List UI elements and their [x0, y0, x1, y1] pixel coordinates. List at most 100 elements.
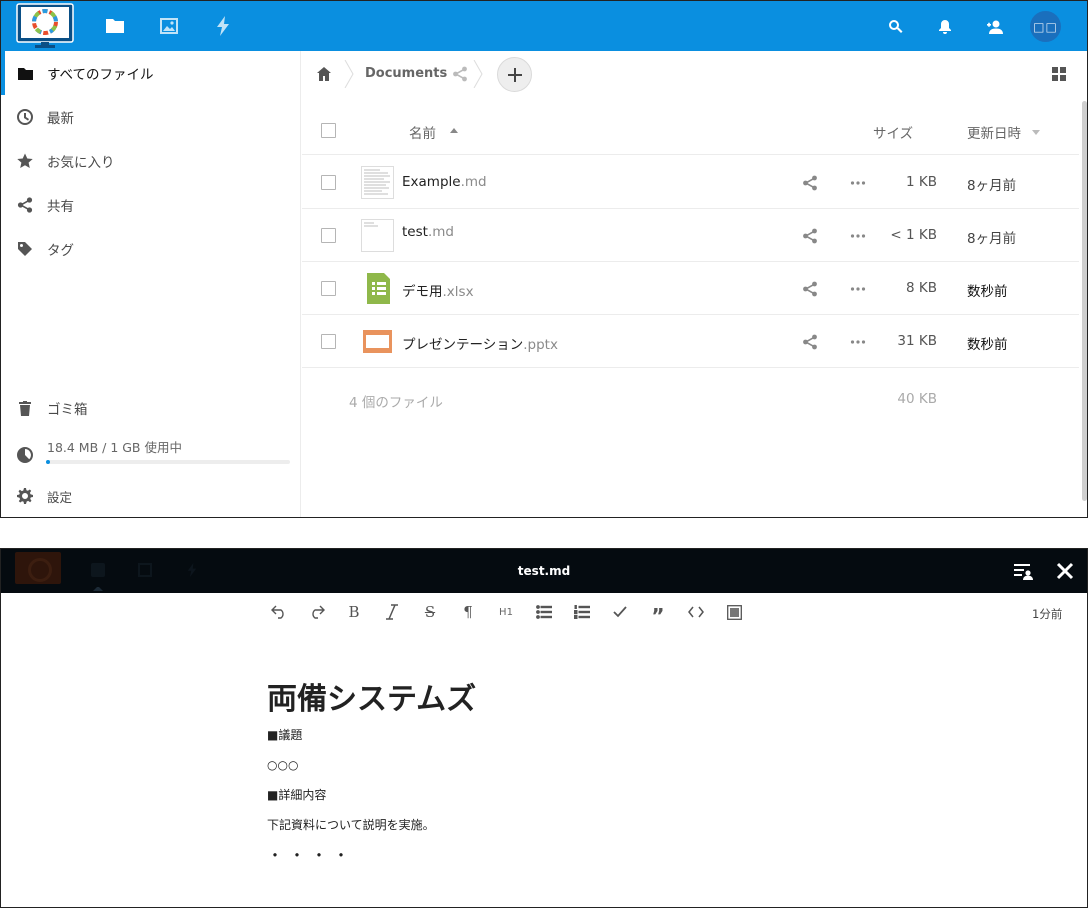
table-row[interactable]: Example.md 1 KB 8ヶ月前: [302, 156, 1079, 209]
markdown-thumbnail: [361, 166, 394, 199]
file-extension: .md: [460, 174, 487, 190]
share-icon[interactable]: [802, 175, 818, 191]
file-size: 1 KB: [906, 174, 937, 190]
quota-progress-bar: [46, 460, 290, 464]
document-content[interactable]: 両備システムズ ■議題 ○○○ ■詳細内容 下記資料について説明を実施。 ・・・…: [267, 684, 967, 864]
search-icon[interactable]: [885, 16, 905, 36]
row-checkbox[interactable]: [321, 228, 336, 243]
file-basename: Example: [402, 174, 461, 190]
sidebar-item-recent[interactable]: 最新: [1, 95, 301, 139]
sidebar-item-favorites[interactable]: お気に入り: [1, 139, 301, 183]
select-all-checkbox[interactable]: [321, 123, 336, 138]
active-indicator: [93, 587, 103, 591]
row-checkbox[interactable]: [321, 175, 336, 190]
table-row[interactable]: プレゼンテーション.pptx 31 KB 数秒前: [302, 315, 1079, 368]
sidebar-item-label: すべてのファイル: [47, 67, 154, 83]
share-icon[interactable]: [802, 281, 818, 297]
bullet-list-icon[interactable]: [534, 603, 554, 621]
file-modified: 数秒前: [967, 284, 1008, 300]
file-basename: デモ用: [402, 284, 443, 300]
undo-icon[interactable]: [269, 603, 289, 621]
file-name[interactable]: デモ用.xlsx: [402, 280, 474, 300]
file-name[interactable]: Example.md: [402, 174, 487, 190]
file-modified: 8ヶ月前: [967, 178, 1017, 194]
file-count: 4 個のファイル: [349, 395, 443, 411]
sidebar-item-all-files[interactable]: すべてのファイル: [1, 51, 301, 95]
share-icon[interactable]: [452, 66, 468, 82]
document-heading[interactable]: 両備システムズ: [267, 684, 967, 716]
activity-icon[interactable]: [211, 14, 235, 38]
star-icon: [17, 153, 33, 169]
app-logo[interactable]: [15, 3, 75, 49]
row-checkbox[interactable]: [321, 334, 336, 349]
files-icon[interactable]: [103, 14, 127, 38]
pie-chart-icon: [17, 447, 33, 463]
grid-view-icon[interactable]: [1052, 67, 1066, 81]
file-name[interactable]: test.md: [402, 224, 454, 240]
sidebar-item-label: 最新: [47, 111, 74, 127]
file-basename: test: [402, 224, 428, 240]
numbered-list-icon[interactable]: [572, 603, 592, 621]
breadcrumb-item-documents[interactable]: Documents: [365, 66, 447, 81]
quota-progress-fill: [46, 460, 51, 464]
trash-label: ゴミ箱: [47, 402, 88, 418]
blockquote-icon[interactable]: ”: [648, 603, 668, 626]
sidebar-item-label: お気に入り: [47, 155, 115, 171]
trash-icon: [17, 400, 33, 416]
file-extension: .md: [427, 224, 454, 240]
quota-label: 18.4 MB / 1 GB 使用中: [47, 440, 182, 455]
file-summary: 4 個のファイル 40 KB: [302, 370, 1079, 430]
document-paragraph[interactable]: ■議題: [267, 728, 967, 743]
sidebar-item-tags[interactable]: タグ: [1, 227, 301, 271]
table-row[interactable]: デモ用.xlsx 8 KB 数秒前: [302, 262, 1079, 315]
total-size: 40 KB: [897, 391, 937, 407]
column-header-name[interactable]: 名前: [409, 122, 436, 142]
file-name[interactable]: プレゼンテーション.pptx: [402, 333, 558, 353]
strikethrough-icon[interactable]: S: [420, 603, 440, 621]
files-app-window: □□ すべてのファイル 最新 お気に入り 共有 タグ ゴミ箱 18.4 MB /…: [0, 0, 1088, 518]
document-paragraph[interactable]: ■詳細内容: [267, 788, 967, 803]
sidebar-quota[interactable]: 18.4 MB / 1 GB 使用中: [1, 431, 301, 471]
photos-icon[interactable]: [157, 14, 181, 38]
new-file-button[interactable]: [497, 57, 532, 92]
tag-icon: [17, 241, 33, 257]
redo-icon[interactable]: [307, 603, 327, 621]
table-row[interactable]: test.md < 1 KB 8ヶ月前: [302, 209, 1079, 262]
close-icon[interactable]: [1056, 562, 1074, 580]
avatar[interactable]: □□: [1030, 11, 1061, 42]
share-icon[interactable]: [802, 334, 818, 350]
file-basename: プレゼンテーション: [402, 337, 524, 353]
home-icon[interactable]: [316, 66, 332, 82]
image-icon[interactable]: [724, 603, 744, 621]
editor-header: test.md: [1, 549, 1087, 593]
plus-icon: [507, 67, 522, 82]
bold-icon[interactable]: B: [344, 603, 364, 621]
heading-icon[interactable]: H1: [496, 603, 516, 621]
settings-label: 設定: [47, 489, 73, 505]
code-icon[interactable]: [686, 603, 706, 621]
outline-icon[interactable]: [1013, 561, 1033, 581]
sidebar-item-label: タグ: [47, 243, 74, 259]
folder-icon: [17, 65, 33, 81]
sidebar-item-shared[interactable]: 共有: [1, 183, 301, 227]
italic-icon[interactable]: [382, 603, 402, 621]
sidebar-item-settings[interactable]: 設定: [1, 474, 301, 517]
document-paragraph[interactable]: ○○○: [267, 758, 967, 773]
file-modified: 数秒前: [967, 337, 1008, 353]
row-checkbox[interactable]: [321, 281, 336, 296]
paragraph-icon[interactable]: ¶: [458, 603, 478, 621]
gear-icon: [17, 488, 33, 504]
checklist-icon[interactable]: [610, 603, 630, 621]
document-paragraph[interactable]: ・・・・: [267, 848, 967, 864]
file-extension: .pptx: [523, 337, 558, 353]
contacts-icon[interactable]: [984, 16, 1004, 36]
notifications-icon[interactable]: [935, 16, 955, 36]
sidebar: すべてのファイル 最新 お気に入り 共有 タグ ゴミ箱 18.4 MB / 1 …: [1, 51, 301, 517]
document-paragraph[interactable]: 下記資料について説明を実施。: [267, 818, 967, 833]
scrollbar[interactable]: [1082, 101, 1087, 501]
column-header-size[interactable]: サイズ: [873, 122, 913, 142]
sidebar-item-trash[interactable]: ゴミ箱: [1, 386, 301, 430]
share-icon[interactable]: [802, 228, 818, 244]
column-header-modified[interactable]: 更新日時: [967, 122, 1021, 142]
text-editor-window: test.md B S ¶ H1 ” 1分前 両備システムズ ■議題 ○○○ ■…: [0, 548, 1088, 908]
